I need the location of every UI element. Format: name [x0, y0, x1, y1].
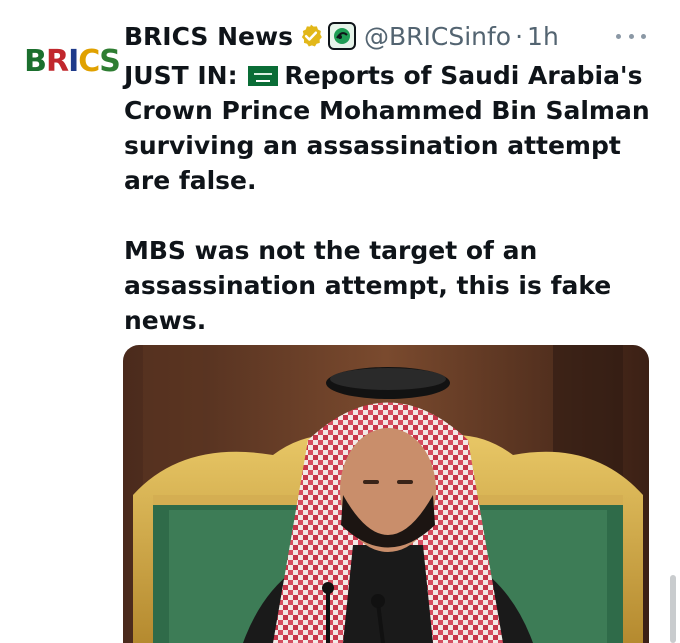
tweet-text: JUST IN: Reports of Saudi Arabia's Crown… — [124, 58, 660, 338]
handle[interactable]: @BRICSinfo — [364, 22, 511, 51]
tweet-card[interactable]: BRICS BRICS News @BRICSinfo · 1h JUST IN… — [0, 0, 680, 643]
avatar[interactable]: BRICS — [24, 40, 121, 84]
tweet-photo[interactable] — [123, 345, 649, 643]
verified-badge-icon[interactable] — [298, 23, 324, 49]
display-name[interactable]: BRICS News — [124, 22, 293, 51]
separator-dot: · — [515, 21, 524, 51]
tweet-paragraph-2: MBS was not the target of an assassinati… — [124, 236, 612, 335]
just-in-label: JUST IN: — [124, 61, 238, 90]
tweet-paragraph-1: JUST IN: Reports of Saudi Arabia's Crown… — [124, 58, 660, 198]
scrollbar[interactable] — [670, 575, 676, 643]
affiliation-badge-icon[interactable] — [327, 22, 356, 50]
more-options-icon[interactable] — [616, 30, 646, 42]
tweet-header: BRICS News @BRICSinfo · 1h — [124, 18, 559, 54]
saudi-flag-icon — [248, 66, 279, 86]
timestamp[interactable]: 1h — [527, 22, 559, 51]
